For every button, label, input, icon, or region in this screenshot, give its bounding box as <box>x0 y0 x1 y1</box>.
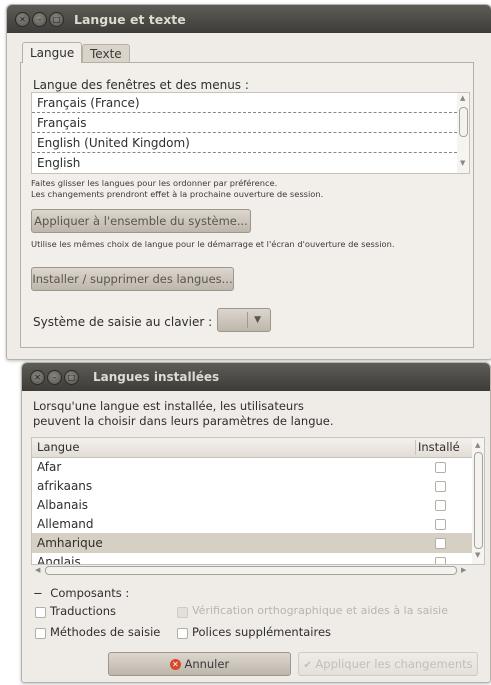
table-horizontal-scrollbar[interactable]: ◀ ▶ <box>31 564 471 576</box>
column-header-language[interactable]: Langue <box>37 440 79 454</box>
keyboard-input-select[interactable]: ▼ <box>217 308 271 332</box>
spellcheck-label: Vérification orthographique et aides à l… <box>192 604 449 617</box>
installed-checkbox[interactable] <box>435 481 446 492</box>
scrollbar-thumb[interactable] <box>474 452 483 549</box>
install-remove-languages-button[interactable]: Installer / supprimer des langues... <box>31 267 234 291</box>
close-icon[interactable]: ✕ <box>30 369 45 385</box>
tab-langue[interactable]: Langue <box>22 42 83 63</box>
translations-checkbox[interactable] <box>35 607 46 618</box>
language-name: afrikaans <box>37 479 93 493</box>
table-header: Langue Installé <box>32 438 472 458</box>
input-methods-checkbox[interactable] <box>35 628 46 639</box>
table-row[interactable]: afrikaans <box>32 476 472 496</box>
table-row-selected[interactable]: Amharique <box>32 533 472 553</box>
language-order-list[interactable]: Français (France) Français English (Unit… <box>31 92 470 174</box>
installed-checkbox[interactable] <box>435 462 446 473</box>
translations-label: Traductions <box>50 604 117 618</box>
scroll-right-icon[interactable]: ▶ <box>461 566 466 574</box>
apply-changes-button[interactable]: ✔ Appliquer les changements <box>298 652 478 676</box>
scroll-up-icon[interactable]: ▲ <box>460 94 465 102</box>
cancel-button[interactable]: ✕ Annuler <box>108 652 291 676</box>
window-titlebar[interactable]: ✕ – □ Langue et texte <box>7 5 491 33</box>
maximize-icon[interactable]: □ <box>64 369 79 385</box>
chevron-down-icon: ▼ <box>254 315 261 325</box>
close-icon[interactable]: ✕ <box>15 11 30 27</box>
intro-text-line1: Lorsqu'une langue est installée, les uti… <box>33 399 304 413</box>
column-header-installed[interactable]: Installé <box>418 440 460 454</box>
keyboard-input-label: Système de saisie au clavier : <box>33 315 213 329</box>
extra-fonts-label: Polices supplémentaires <box>192 625 332 639</box>
window-titlebar[interactable]: ✕ – □ Langues installées <box>22 363 490 391</box>
scroll-up-icon[interactable]: ▲ <box>475 441 480 449</box>
language-name: Amharique <box>37 536 103 550</box>
list-item[interactable]: Français <box>32 113 457 133</box>
input-methods-label: Méthodes de saisie <box>50 625 161 639</box>
intro-text-line2: peuvent la choisir dans leurs paramètres… <box>33 414 334 428</box>
list-scrollbar[interactable]: ▲ ▼ <box>457 93 469 173</box>
table-row[interactable]: Allemand <box>32 514 472 534</box>
cancel-button-label: Annuler <box>184 657 230 671</box>
window-title: Langue et texte <box>74 11 186 27</box>
list-item[interactable]: English (United Kingdom) <box>32 133 457 153</box>
components-label: Composants : <box>50 586 130 600</box>
extra-fonts-checkbox[interactable] <box>177 628 188 639</box>
list-item[interactable]: English <box>32 153 457 173</box>
cancel-icon: ✕ <box>169 659 181 670</box>
installed-checkbox[interactable] <box>435 538 446 549</box>
table-vertical-scrollbar[interactable]: ▲ ▼ <box>472 438 484 564</box>
language-name: Albanais <box>37 498 89 512</box>
minimize-icon[interactable]: – <box>32 11 47 27</box>
installed-checkbox[interactable] <box>435 500 446 511</box>
list-item[interactable]: Français (France) <box>32 93 457 113</box>
menu-language-label: Langue des fenêtres et des menus : <box>33 78 249 92</box>
hscroll-thumb[interactable] <box>45 566 457 575</box>
window-title: Langues installées <box>93 370 220 384</box>
language-name: Allemand <box>37 517 94 531</box>
scroll-down-icon[interactable]: ▼ <box>460 159 465 167</box>
maximize-icon[interactable]: □ <box>49 11 64 27</box>
apply-button-label: Appliquer les changements <box>315 657 473 671</box>
components-expander[interactable]: − Composants : <box>33 586 129 600</box>
same-choice-hint: Utilise les mêmes choix de langue pour l… <box>31 239 395 249</box>
collapse-icon: − <box>33 586 43 600</box>
scrollbar-thumb[interactable] <box>459 107 468 137</box>
apply-system-button[interactable]: Appliquer à l'ensemble du système... <box>31 209 251 233</box>
scroll-down-icon[interactable]: ▼ <box>475 551 480 559</box>
scroll-left-icon[interactable]: ◀ <box>35 566 40 574</box>
table-row[interactable]: Albanais <box>32 495 472 515</box>
language-name: Afar <box>37 460 62 474</box>
installed-checkbox[interactable] <box>435 519 446 530</box>
tab-texte[interactable]: Texte <box>82 44 130 63</box>
minimize-icon[interactable]: – <box>47 369 62 385</box>
installed-languages-table[interactable]: Langue Installé Afar afrikaans Albanais … <box>31 437 485 565</box>
spellcheck-checkbox[interactable] <box>177 607 188 618</box>
effect-hint: Les changements prendront effet à la pro… <box>31 189 324 199</box>
apply-icon: ✔ <box>303 660 312 671</box>
table-row[interactable]: Afar <box>32 457 472 477</box>
